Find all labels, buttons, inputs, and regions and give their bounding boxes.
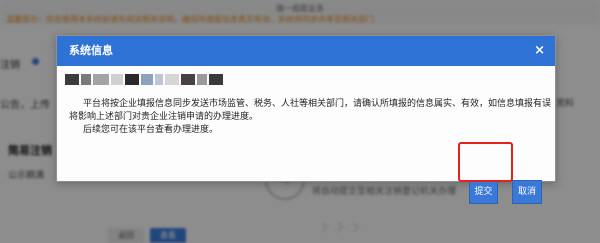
dialog-header: 系统信息 ×: [57, 36, 555, 66]
dialog-title: 系统信息: [69, 44, 113, 57]
message-paragraph-1: 平台将按企业填报信息同步发送市场监管、税务、人社等相关部门，请确认所填报的信息属…: [69, 99, 552, 122]
close-icon[interactable]: ×: [534, 36, 545, 66]
dialog-message: 平台将按企业填报信息同步发送市场监管、税务、人社等相关部门，请确认所填报的信息属…: [69, 98, 553, 137]
cancel-button[interactable]: 取消: [512, 180, 542, 204]
redacted-company-name: [65, 72, 225, 86]
highlight-box: [458, 142, 513, 182]
message-paragraph-2: 后续您可在该平台查看办理进度。: [83, 125, 219, 135]
submit-button[interactable]: 提交: [469, 180, 498, 204]
